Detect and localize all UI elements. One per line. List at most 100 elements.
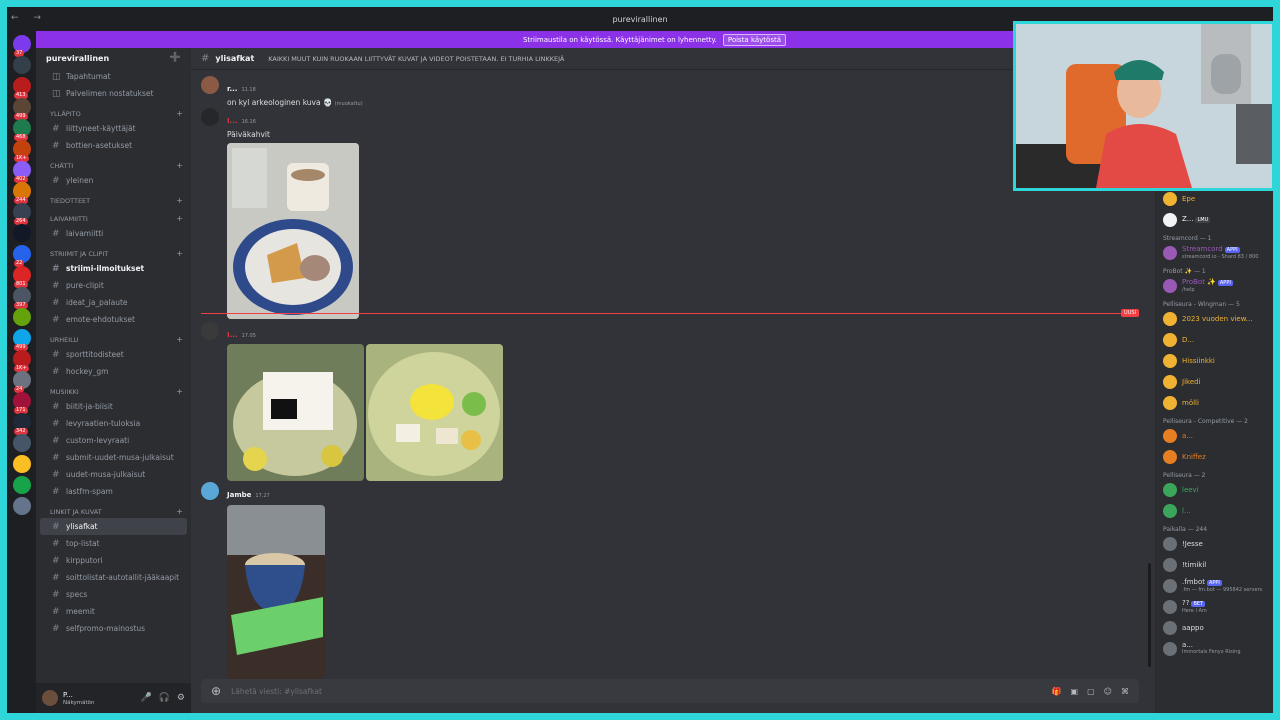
server-icon[interactable]: 402 <box>13 161 31 183</box>
server-icon[interactable]: 37 <box>13 35 31 57</box>
sidebar-item-palvelimen-nostatukset[interactable]: ◫ Palvelimen nostatukset <box>36 85 191 102</box>
server-icon[interactable]: 1K+ <box>13 140 31 162</box>
server-icon[interactable]: 801 <box>13 266 31 288</box>
channel-hockey-gm[interactable]: # hockey_gm <box>36 363 191 380</box>
emoji-icon[interactable]: ☺ <box>1104 687 1112 696</box>
server-icon[interactable]: 24 <box>13 371 31 393</box>
avatar[interactable] <box>42 690 58 706</box>
add-channel-icon[interactable]: + <box>176 335 183 344</box>
server-icon[interactable] <box>13 434 31 452</box>
channel-levyraatien-tuloksia[interactable]: # levyraatien-tuloksia <box>36 415 191 432</box>
history-nav[interactable]: ← → <box>11 13 47 23</box>
mic-muted-icon[interactable]: 🎤 <box>140 693 151 703</box>
category-header[interactable]: urheilu + <box>36 328 191 346</box>
gift-icon[interactable]: 🎁 <box>1052 687 1062 696</box>
channel-lastfm-spam[interactable]: # lastfm-spam <box>36 483 191 500</box>
add-channel-icon[interactable]: + <box>176 387 183 396</box>
sticker-icon[interactable]: ▢ <box>1087 687 1095 696</box>
member-item[interactable]: l... <box>1155 500 1273 521</box>
sidebar-item-tapahtumat[interactable]: ◫ Tapahtumat <box>36 68 191 85</box>
scrollbar[interactable] <box>1148 563 1151 667</box>
member-item[interactable]: a... Immortals Fenyx Rising <box>1155 638 1273 659</box>
channel-uudet-musa-julkaisut[interactable]: # uudet-musa-julkaisut <box>36 466 191 483</box>
member-item[interactable]: ?? BET Here I Am <box>1155 596 1273 617</box>
member-item[interactable]: a... <box>1155 425 1273 446</box>
member-item[interactable]: leevi <box>1155 479 1273 500</box>
channel-bottien-asetukset[interactable]: # bottien-asetukset <box>36 137 191 154</box>
message-author[interactable]: I... <box>227 117 238 125</box>
add-channel-icon[interactable]: + <box>176 109 183 118</box>
member-item[interactable]: D... <box>1155 329 1273 350</box>
channel-topic[interactable]: KAIKKI MUUT KUIN RUOKAAN LIITTYVÄT KUVAT… <box>268 55 564 63</box>
channel-specs[interactable]: # specs <box>36 586 191 603</box>
channel-top-listat[interactable]: # top-listat <box>36 535 191 552</box>
member-item[interactable]: aappo <box>1155 617 1273 638</box>
channel-kirpputori[interactable]: # kirpputori <box>36 552 191 569</box>
channel-biitit-ja-biisit[interactable]: # biitit-ja-biisit <box>36 398 191 415</box>
channel-yleinen[interactable]: # yleinen <box>36 172 191 189</box>
avatar[interactable] <box>201 482 219 500</box>
channel-submit-uudet-musa-julkaisut[interactable]: # submit-uudet-musa-julkaisut <box>36 449 191 466</box>
category-header[interactable]: LINKIT JA KUVAT + <box>36 500 191 518</box>
server-icon[interactable] <box>13 476 31 494</box>
member-item[interactable]: Epe <box>1155 188 1273 209</box>
category-header[interactable]: LAIVAMIITTI + <box>36 207 191 225</box>
add-channel-icon[interactable]: + <box>176 507 183 516</box>
message-input[interactable] <box>231 686 1042 696</box>
salad-box-photo[interactable] <box>227 344 364 481</box>
channel-ylisafkat[interactable]: # ylisafkat <box>40 518 187 535</box>
channel-soittolistat-autotallit-jääkaapit[interactable]: # soittolistat-autotallit-jääkaapit <box>36 569 191 586</box>
member-item[interactable]: Streamcord APPI streamcord.io - Shard 83 /… <box>1155 242 1273 263</box>
server-icon[interactable]: 499 <box>13 329 31 351</box>
server-icon[interactable]: 413 <box>13 77 31 99</box>
channel-pure-clipit[interactable]: # pure-clipit <box>36 277 191 294</box>
server-header[interactable]: purevirallinen ➕ <box>36 48 191 68</box>
server-icon[interactable]: 397 <box>13 287 31 309</box>
member-item[interactable]: .fmbot APPI .fm — fm.bot — 995842 servers <box>1155 575 1273 596</box>
coffee-cake-photo[interactable] <box>227 143 359 319</box>
avatar[interactable] <box>201 108 219 126</box>
server-icon[interactable] <box>13 308 31 326</box>
category-header[interactable]: STRIIMIT JA CLIPIT + <box>36 242 191 260</box>
apps-icon[interactable]: ⌘ <box>1121 687 1129 696</box>
member-item[interactable]: Jikedi <box>1155 371 1273 392</box>
server-icon[interactable]: 171 <box>13 392 31 414</box>
member-item[interactable]: ProBot ✨ APPI/help <box>1155 275 1273 296</box>
gif-icon[interactable]: ▣ <box>1071 687 1079 696</box>
add-channel-icon[interactable]: + <box>176 214 183 223</box>
server-icon[interactable]: 342 <box>13 413 31 435</box>
member-item[interactable]: Z... LMU <box>1155 209 1273 230</box>
member-item[interactable]: !Jesse <box>1155 533 1273 554</box>
gear-icon[interactable]: ⚙ <box>177 693 185 703</box>
message-author[interactable]: Jambe <box>227 491 251 499</box>
server-icon[interactable] <box>13 497 31 515</box>
member-item[interactable]: Hissiinkki <box>1155 350 1273 371</box>
server-icon[interactable] <box>13 455 31 473</box>
category-header[interactable]: MUSIIKKI + <box>36 380 191 398</box>
category-header[interactable]: TIEDOTTEET + <box>36 189 191 207</box>
message-author[interactable]: r... <box>227 85 237 93</box>
avatar[interactable] <box>201 322 219 340</box>
salad-bowl-photo[interactable] <box>366 344 503 481</box>
server-icon[interactable]: 244 <box>13 182 31 204</box>
message-author[interactable]: I... <box>227 331 238 339</box>
server-icon[interactable]: 264 <box>13 203 31 225</box>
category-header[interactable]: CHÄTTI + <box>36 154 191 172</box>
channel-liittyneet-käyttäjät[interactable]: # liittyneet-käyttäjät <box>36 120 191 137</box>
channel-ideat-ja-palaute[interactable]: # ideat_ja_palaute <box>36 294 191 311</box>
disable-streamer-mode-button[interactable]: Poista käytöstä <box>722 33 787 46</box>
channel-laivamiitti[interactable]: # laivamiitti <box>36 225 191 242</box>
server-icon[interactable] <box>13 56 31 74</box>
channel-selfpromo-mainostus[interactable]: # selfpromo-mainostus <box>36 620 191 637</box>
attach-plus-icon[interactable]: ⊕ <box>211 684 221 698</box>
avatar[interactable] <box>201 76 219 94</box>
channel-custom-levyraati[interactable]: # custom-levyraati <box>36 432 191 449</box>
member-item[interactable]: !timikil <box>1155 554 1273 575</box>
server-icon[interactable]: 468 <box>13 119 31 141</box>
deafen-icon[interactable]: 🎧 <box>159 693 170 703</box>
coffee-snack-photo[interactable] <box>227 505 325 679</box>
member-item[interactable]: Kniffez <box>1155 446 1273 467</box>
category-header[interactable]: YLLÄPITO + <box>36 102 191 120</box>
add-channel-icon[interactable]: + <box>176 196 183 205</box>
member-item[interactable]: 2023 vuoden view... <box>1155 308 1273 329</box>
